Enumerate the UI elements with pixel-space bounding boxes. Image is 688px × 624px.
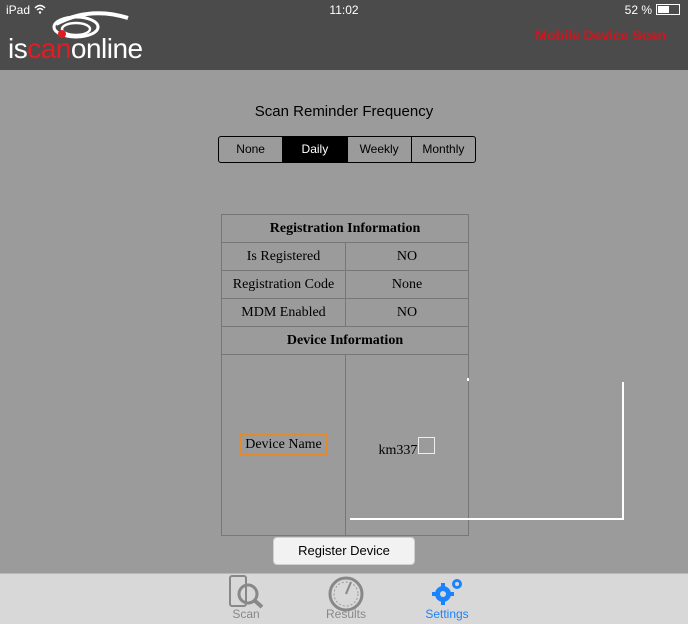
row-label: Is Registered [221, 242, 346, 271]
row-value: NO [345, 298, 469, 327]
tab-results[interactable]: Results [306, 574, 386, 624]
tab-settings[interactable]: Settings [407, 574, 487, 624]
segment-none[interactable]: None [219, 137, 284, 162]
registration-table: Registration Information Is Registered N… [221, 214, 469, 536]
battery-percent: 52 % [624, 3, 652, 17]
device-name-field[interactable]: km337 [379, 443, 418, 458]
segment-daily[interactable]: Daily [283, 137, 348, 162]
tab-scan[interactable]: Scan [206, 574, 286, 624]
register-device-button[interactable]: Register Device [273, 537, 415, 565]
tab-bar: Scan Results Settings [0, 573, 688, 624]
reminder-title: Scan Reminder Frequency [254, 103, 434, 120]
registration-header: Registration Information [221, 214, 469, 243]
logo-text: iscanonline [8, 33, 143, 64]
device-name-row: Device Name km337 [221, 354, 469, 536]
row-label: MDM Enabled [221, 298, 346, 327]
app-header: iPad 11:02 52 % iscanonline Mobile Devic… [0, 0, 688, 70]
device-info-header: Device Information [221, 326, 469, 355]
table-row: MDM Enabled NO [221, 298, 469, 327]
edit-box-icon[interactable] [418, 437, 436, 454]
selection-marker [467, 378, 469, 381]
selection-outline-right [622, 382, 624, 520]
table-row: Is Registered NO [221, 242, 469, 271]
reminder-frequency-control: None Daily Weekly Monthly [218, 136, 476, 163]
device-name-label: Device Name [240, 434, 327, 456]
table-row: Registration Code None [221, 270, 469, 299]
selection-outline-bottom [350, 518, 624, 520]
header-title: Mobile Device Scan [535, 27, 666, 43]
row-value: NO [345, 242, 469, 271]
battery-icon [656, 4, 680, 15]
row-value: None [345, 270, 469, 299]
segment-monthly[interactable]: Monthly [412, 137, 475, 162]
row-label: Registration Code [221, 270, 346, 299]
segment-weekly[interactable]: Weekly [348, 137, 412, 162]
